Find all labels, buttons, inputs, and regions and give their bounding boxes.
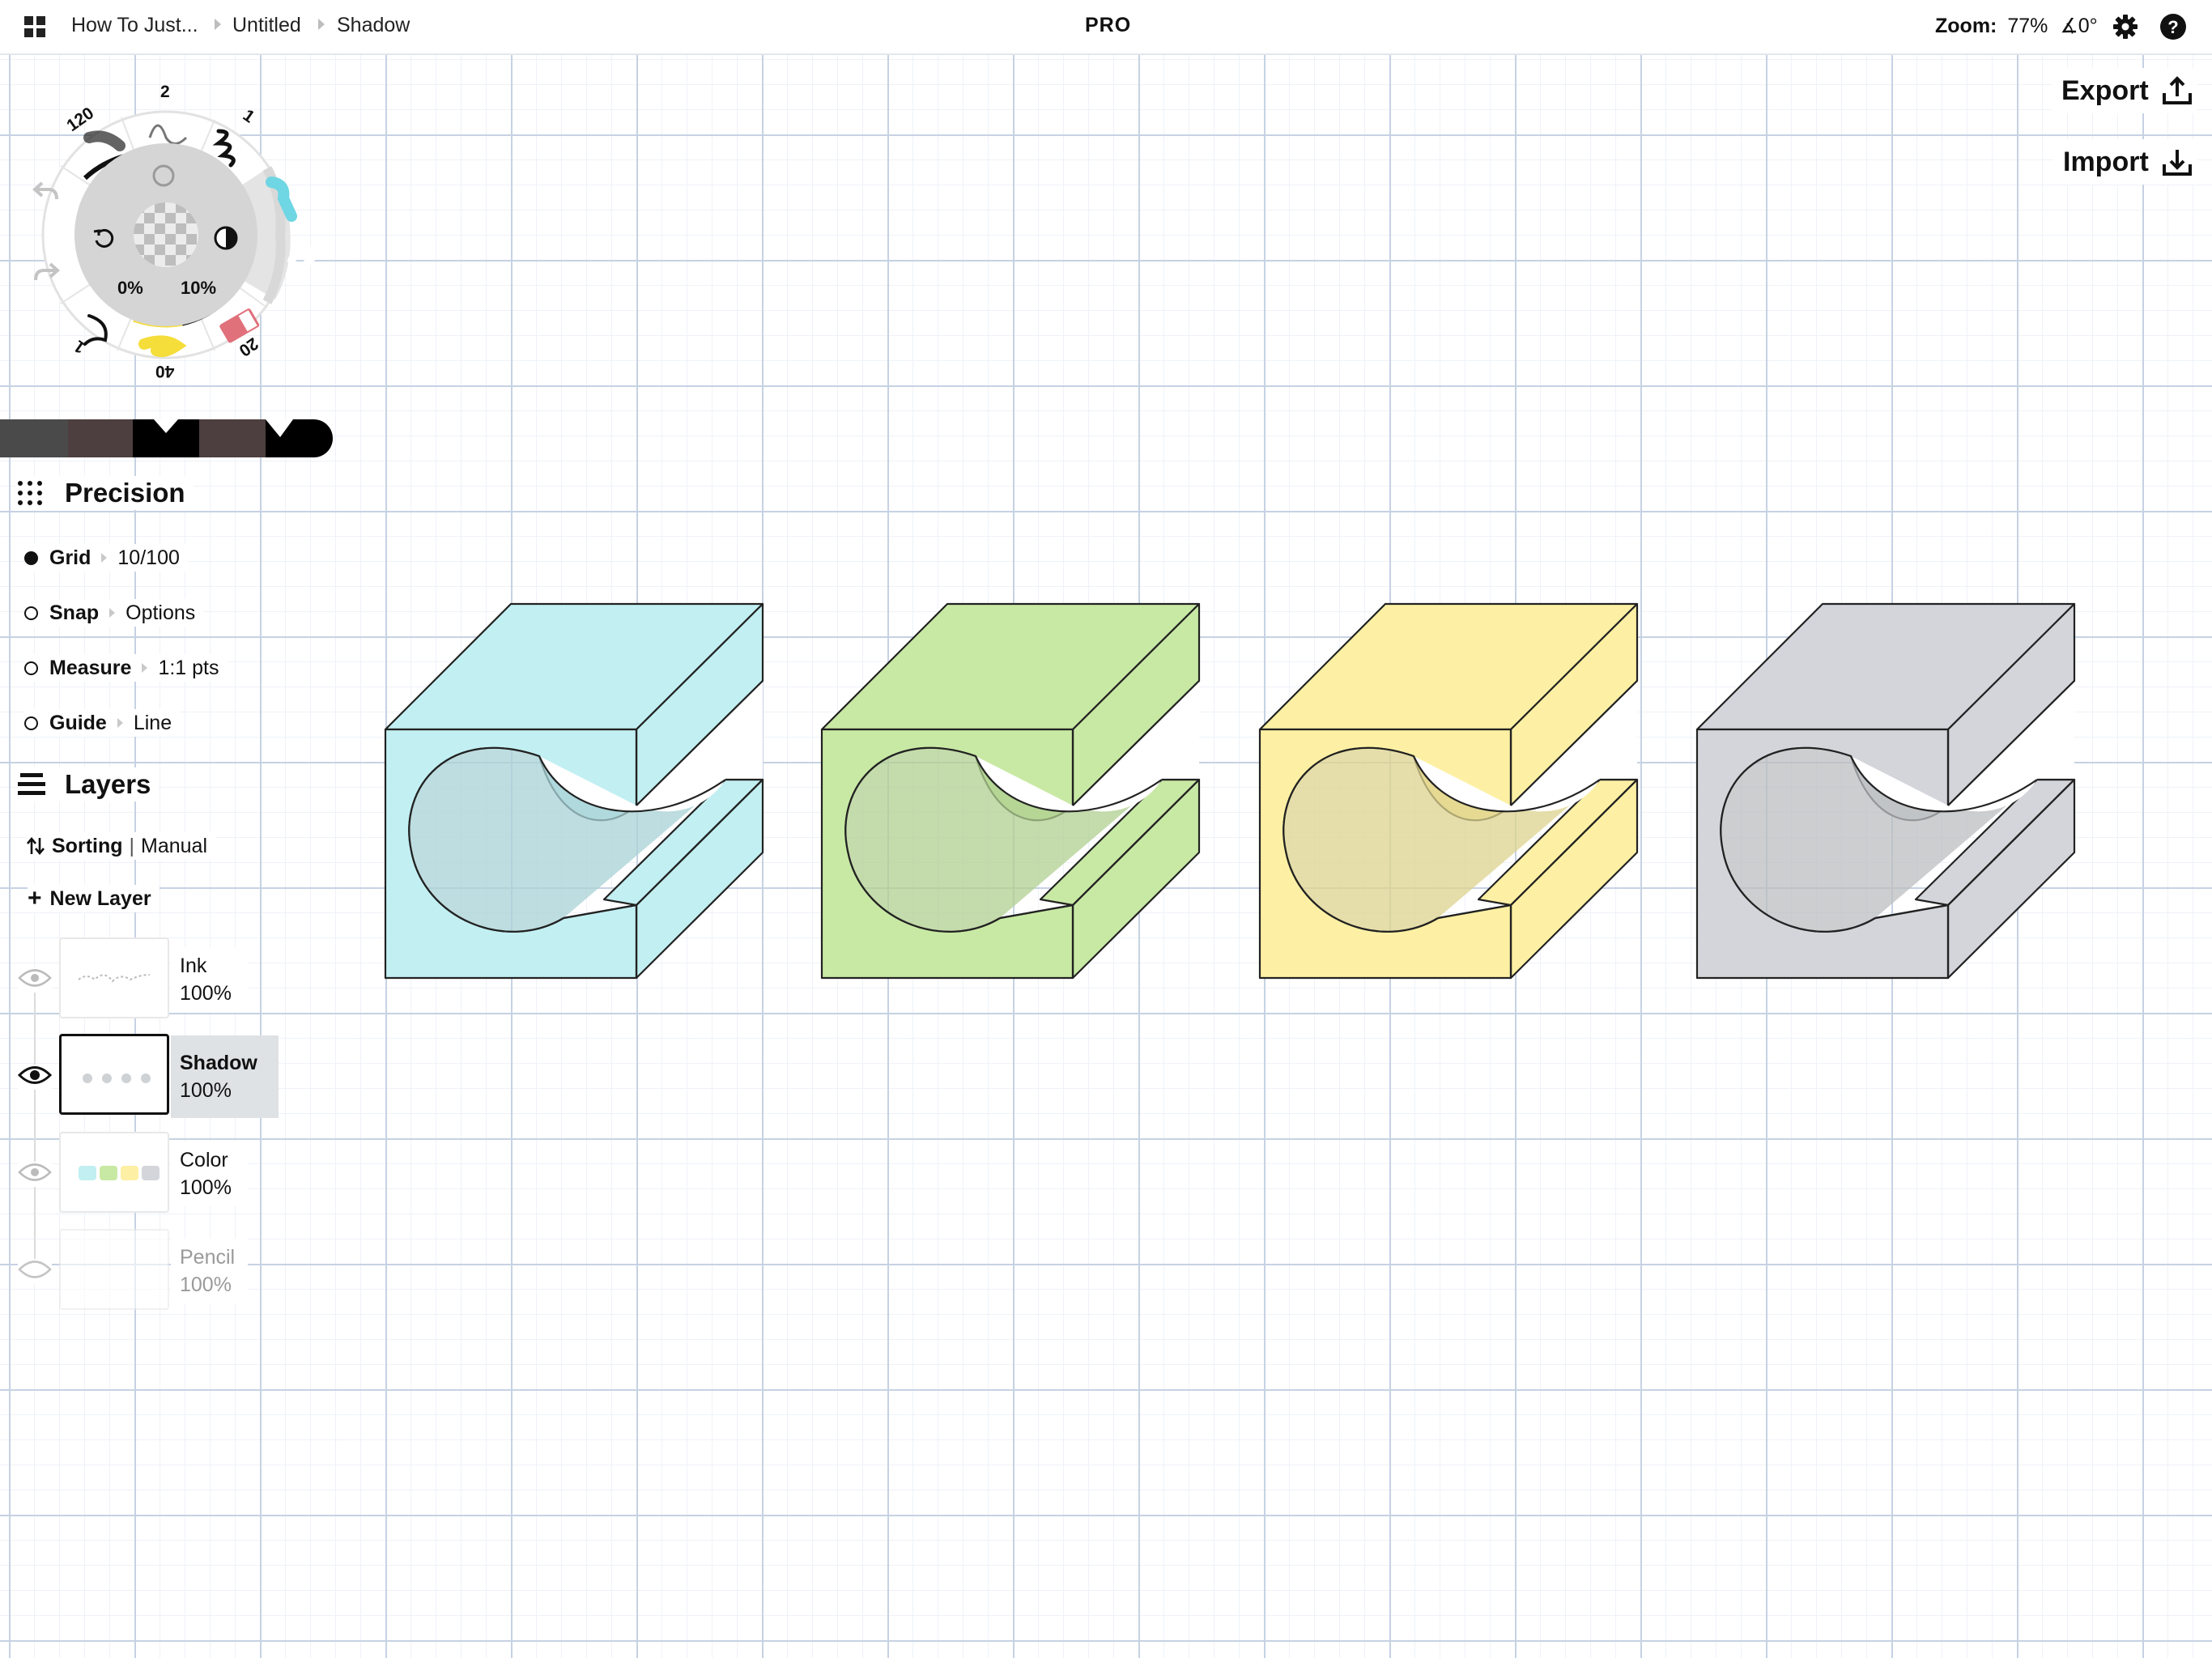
green-block[interactable] (820, 602, 1201, 980)
gray-block[interactable] (1695, 602, 2076, 980)
yellow-block[interactable] (1258, 602, 1639, 980)
drawing-canvas[interactable] (0, 0, 2212, 1658)
cyan-block[interactable] (384, 602, 764, 980)
